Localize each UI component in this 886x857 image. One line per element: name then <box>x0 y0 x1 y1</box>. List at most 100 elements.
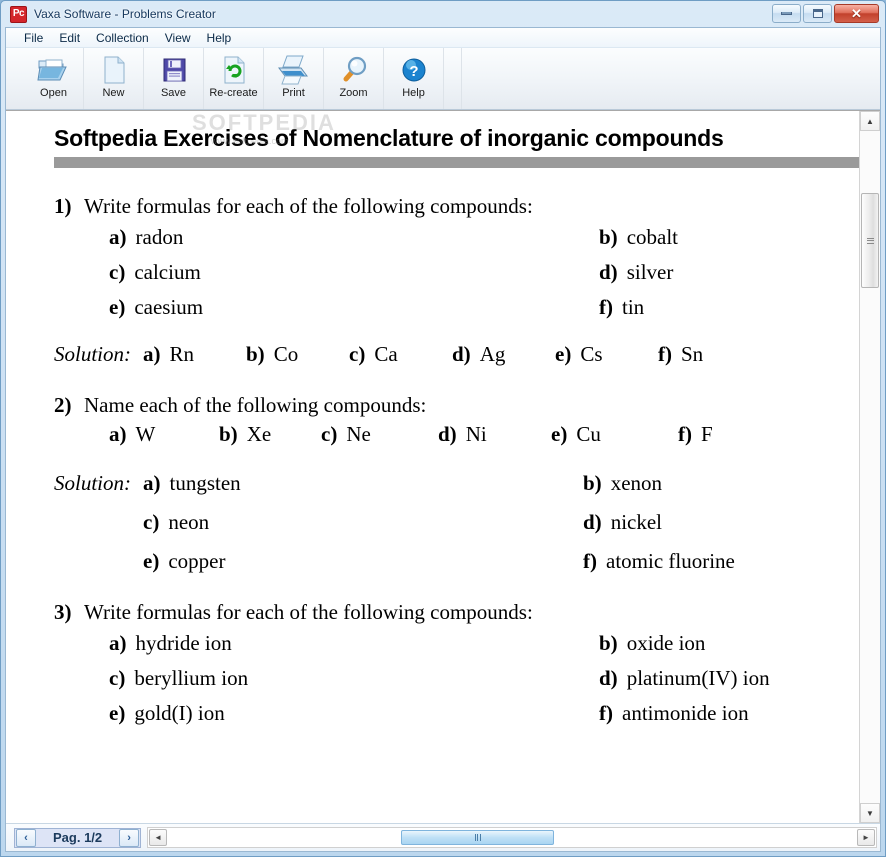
option-key: f) <box>599 701 613 725</box>
solution-text: nickel <box>610 510 662 534</box>
refresh-document-icon <box>217 52 251 88</box>
window-title: Vaxa Software - Problems Creator <box>34 7 216 21</box>
solution-text: Cs <box>580 342 603 366</box>
option-text: calcium <box>134 260 201 284</box>
solution-text: xenon <box>610 471 663 495</box>
option-text: gold(I) ion <box>134 701 225 725</box>
horizontal-scrollbar[interactable]: ◄ ► <box>147 827 877 848</box>
toolbar-new-button[interactable]: New <box>84 48 144 109</box>
close-icon: ✕ <box>851 6 862 21</box>
problem-3: 3) Write formulas for each of the follow… <box>54 600 829 726</box>
option-key: a) <box>109 631 127 655</box>
option-b: b) cobalt <box>599 225 829 250</box>
option-text: W <box>135 422 156 446</box>
option-text: tin <box>622 295 645 319</box>
solution-b: b) xenon <box>583 471 735 496</box>
option-text: Ne <box>346 422 371 446</box>
solution-list: a) Rn b) Co c) Ca d) Ag e) Cs f) Sn <box>143 342 703 367</box>
option-a: a) radon <box>109 225 599 250</box>
vertical-scroll-thumb[interactable] <box>861 193 879 288</box>
solution-key: d) <box>452 342 471 366</box>
solution-f: f) atomic fluorine <box>583 549 735 574</box>
option-text: silver <box>626 260 674 284</box>
scroll-left-button[interactable]: ◄ <box>149 829 168 846</box>
solution-key: c) <box>349 342 366 366</box>
option-text: platinum(IV) ion <box>626 666 770 690</box>
scroll-right-button[interactable]: ► <box>857 829 875 846</box>
option-key: a) <box>109 225 127 249</box>
menu-view[interactable]: View <box>157 30 199 46</box>
status-bar: ‹ Pag. 1/2 › ◄ ► <box>6 823 880 851</box>
solution-d: d) nickel <box>583 510 735 535</box>
solution-key: f) <box>583 549 597 573</box>
vertical-scrollbar[interactable]: ▲ ▼ <box>859 111 880 823</box>
solution-key: a) <box>143 342 161 366</box>
problem-3-number: 3) <box>54 600 72 624</box>
option-key: b) <box>599 225 618 249</box>
page-indicator: Pag. 1/2 <box>53 830 103 845</box>
floppy-disk-icon <box>159 52 189 88</box>
solution-d: d) Ag <box>452 342 555 367</box>
next-page-button[interactable]: › <box>119 828 140 847</box>
option-text: hydride ion <box>135 631 232 655</box>
toolbar-zoom-button[interactable]: Zoom <box>324 48 384 109</box>
title-underline-bar <box>54 157 859 168</box>
solution-text: atomic fluorine <box>606 549 735 573</box>
minimize-button[interactable] <box>772 4 801 23</box>
toolbar-recreate-button[interactable]: Re-create <box>204 48 264 109</box>
problem-1-options: a) radon b) cobalt c) calcium d) silver e) ca… <box>54 225 829 320</box>
solution-label: Solution: <box>54 471 131 495</box>
option-text: F <box>701 422 713 446</box>
toolbar-print-button[interactable]: Print <box>264 48 324 109</box>
solution-text: copper <box>168 549 226 573</box>
solution-a: a) tungsten <box>143 471 583 496</box>
option-key: f) <box>678 422 692 446</box>
toolbar-help-button[interactable]: ? Help <box>384 48 444 109</box>
option-b: b) oxide ion <box>599 631 829 656</box>
solution-text: Sn <box>681 342 704 366</box>
option-c: c) calcium <box>109 260 599 285</box>
document-viewport: Softpedia Exercises of Nomenclature of i… <box>6 110 880 823</box>
problem-1-solution: Solution: a) Rn b) Co c) Ca d) Ag e) Cs f) Sn <box>54 342 829 367</box>
problem-3-heading: 3) Write formulas for each of the follow… <box>54 600 829 625</box>
problem-3-prompt: Write formulas for each of the following… <box>84 600 533 624</box>
menu-help[interactable]: Help <box>199 30 240 46</box>
toolbar-save-button[interactable]: Save <box>144 48 204 109</box>
problem-1-prompt: Write formulas for each of the following… <box>84 194 533 218</box>
solution-c: c) neon <box>143 510 583 535</box>
toolbar-open-button[interactable]: Open <box>24 48 84 109</box>
horizontal-scroll-track[interactable] <box>168 828 856 847</box>
option-e: e) caesium <box>109 295 599 320</box>
menu-edit[interactable]: Edit <box>51 30 88 46</box>
svg-text:?: ? <box>409 63 418 80</box>
solution-e: e) copper <box>143 549 583 574</box>
printer-icon <box>275 52 313 88</box>
option-d: d) Ni <box>438 422 551 447</box>
previous-page-button[interactable]: ‹ <box>16 828 36 847</box>
vertical-scroll-track[interactable] <box>860 131 880 803</box>
option-e: e) Cu <box>551 422 678 447</box>
menu-collection[interactable]: Collection <box>88 30 157 46</box>
option-c: c) Ne <box>321 422 438 447</box>
option-text: caesium <box>134 295 204 319</box>
option-f: f) F <box>678 422 713 447</box>
problem-2-heading: 2) Name each of the following compounds: <box>54 393 829 418</box>
option-e: e) gold(I) ion <box>109 701 599 726</box>
scroll-grip-icon <box>474 834 481 841</box>
close-button[interactable]: ✕ <box>834 4 879 23</box>
solution-key: b) <box>583 471 602 495</box>
menu-file[interactable]: File <box>16 30 51 46</box>
option-key: c) <box>109 666 126 690</box>
solution-f: f) Sn <box>658 342 703 367</box>
solution-c: c) Ca <box>349 342 452 367</box>
scroll-down-button[interactable]: ▼ <box>860 803 880 823</box>
option-f: f) tin <box>599 295 829 320</box>
toolbar-open-label: Open <box>40 87 67 99</box>
horizontal-scroll-thumb[interactable] <box>401 830 555 845</box>
option-a: a) hydride ion <box>109 631 599 656</box>
option-b: b) Xe <box>219 422 321 447</box>
solution-key: d) <box>583 510 602 534</box>
maximize-button[interactable] <box>803 4 832 23</box>
scroll-up-button[interactable]: ▲ <box>860 111 880 131</box>
problem-1: 1) Write formulas for each of the follow… <box>54 194 829 367</box>
